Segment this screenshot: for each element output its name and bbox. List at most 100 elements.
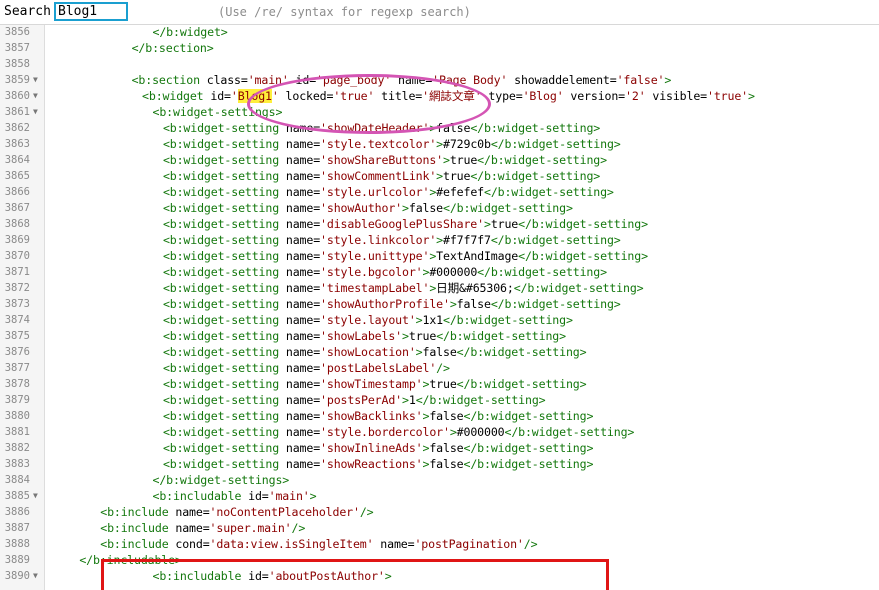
line-number: 3890 <box>4 570 30 582</box>
code-token: 'Blog' <box>522 89 564 103</box>
code-token: visible= <box>645 89 708 103</box>
box-annotation <box>101 559 609 590</box>
code-line[interactable]: 3888 <b:include cond='data:view.isSingleI… <box>0 536 879 552</box>
code-token: 'showLabels' <box>320 329 403 343</box>
code-line[interactable]: 3876 <b:widget-setting name='showLocation… <box>0 344 879 360</box>
code-line[interactable]: 3863 <b:widget-setting name='style.textco… <box>0 136 879 152</box>
code-line[interactable]: 3886 <b:include name='noContentPlaceholde… <box>0 504 879 520</box>
code-token: name= <box>175 505 210 519</box>
code-line[interactable]: 3868 <b:widget-setting name='disableGoogl… <box>0 216 879 232</box>
code-line[interactable]: 3883 <b:widget-setting name='showReaction… <box>0 456 879 472</box>
code-text: <b:widget-setting name='showCommentLink'… <box>163 168 600 184</box>
code-token: name= <box>285 185 321 199</box>
code-token: 'main' <box>268 489 310 503</box>
code-token: <b:widget <box>142 89 211 103</box>
code-text: <b:widget-setting name='showBacklinks'>f… <box>163 408 593 424</box>
code-text: <b:include name='noContentPlaceholder'/> <box>100 504 373 520</box>
code-line[interactable]: 3856 </b:widget> <box>0 24 879 40</box>
fold-arrow-icon[interactable]: ▼ <box>33 488 38 504</box>
line-number: 3881 <box>4 426 30 438</box>
line-number: 3857 <box>4 42 30 54</box>
code-token: <b:widget-setting <box>162 409 286 423</box>
code-token: 'postsPerAd' <box>320 393 403 407</box>
line-number: 3874 <box>4 314 30 326</box>
code-line[interactable]: 3879 <b:widget-setting name='postsPerAd'>… <box>0 392 879 408</box>
code-token: </b:widget-setting> <box>518 249 648 263</box>
code-line[interactable]: 3882 <b:widget-setting name='showInlineAd… <box>0 440 879 456</box>
code-token: > <box>443 153 450 167</box>
code-text: <b:widget-setting name='timestampLabel'>… <box>163 280 644 296</box>
code-line[interactable]: 3887 <b:include name='super.main'/> <box>0 520 879 536</box>
code-line[interactable]: 3880 <b:widget-setting name='showBacklink… <box>0 408 879 424</box>
code-text: <b:include cond='data:view.isSingleItem'… <box>100 536 537 552</box>
code-line[interactable]: 3878 <b:widget-setting name='showTimestam… <box>0 376 879 392</box>
code-text: <b:widget-setting name='style.textcolor'… <box>163 136 621 152</box>
code-token: </b:widget-setting> <box>470 121 601 135</box>
code-token: 'timestampLabel' <box>320 281 430 295</box>
code-token: 1x1 <box>422 313 444 327</box>
code-line[interactable]: 3874 <b:widget-setting name='style.layout… <box>0 312 879 328</box>
line-number: 3861 <box>4 106 30 118</box>
code-token: cond= <box>175 537 210 551</box>
code-token: ' <box>230 89 238 103</box>
code-token: 'postPagination' <box>414 537 524 551</box>
code-token: name= <box>285 201 321 215</box>
code-token: /> <box>523 537 538 551</box>
code-token: showaddelement= <box>507 73 617 87</box>
line-number: 3873 <box>4 298 30 310</box>
code-line[interactable]: 3866 <b:widget-setting name='style.urlcol… <box>0 184 879 200</box>
code-line[interactable]: 3870 <b:widget-setting name='style.unitty… <box>0 248 879 264</box>
code-token: 'super.main' <box>209 521 292 535</box>
code-token: false <box>429 441 464 455</box>
line-number: 3880 <box>4 410 30 422</box>
code-token: true <box>490 217 519 231</box>
code-token: name= <box>285 281 321 295</box>
line-number: 3872 <box>4 282 30 294</box>
code-line[interactable]: 3871 <b:widget-setting name='style.bgcolo… <box>0 264 879 280</box>
code-token: name= <box>285 393 321 407</box>
code-token: <b:widget-setting <box>162 153 286 167</box>
code-editor[interactable]: 3855 <b:includable>3856</b:widget>3857</… <box>0 16 879 590</box>
code-token: <b:section <box>131 73 207 87</box>
fold-arrow-icon[interactable]: ▼ <box>33 104 38 120</box>
code-line[interactable]: 3885 ▼ <b:includable id='main'> <box>0 488 879 504</box>
search-input[interactable] <box>54 2 128 21</box>
code-token: name= <box>285 137 321 151</box>
code-line[interactable]: 3872 <b:widget-setting name='timestampLab… <box>0 280 879 296</box>
code-line[interactable]: 3864 <b:widget-setting name='showShareBut… <box>0 152 879 168</box>
code-token: 1 <box>408 393 416 407</box>
code-token: TextAndImage <box>436 249 519 263</box>
code-text: <b:widget-setting name='postLabelsLabel'… <box>163 360 450 376</box>
code-token: </b:widget-setting> <box>436 329 566 343</box>
code-text: <b:widget-setting name='showReactions'>f… <box>163 456 593 472</box>
code-token: name= <box>285 217 321 231</box>
code-line[interactable]: 3865 <b:widget-setting name='showCommentL… <box>0 168 879 184</box>
code-line[interactable]: 3867 <b:widget-setting name='showAuthor'>… <box>0 200 879 216</box>
code-token: 'showLocation' <box>320 345 416 359</box>
code-token: name= <box>285 233 321 247</box>
line-number: 3871 <box>4 266 30 278</box>
fold-arrow-icon[interactable]: ▼ <box>33 72 38 88</box>
code-token: > <box>402 393 409 407</box>
code-token: name= <box>175 521 210 535</box>
code-line[interactable]: 3858 <box>0 56 879 72</box>
fold-arrow-icon[interactable]: ▼ <box>33 568 38 584</box>
code-token: name= <box>285 361 321 375</box>
code-line[interactable]: 3877 <b:widget-setting name='postLabelsLa… <box>0 360 879 376</box>
code-text: <b:widget-setting name='style.layout'>1x… <box>163 312 573 328</box>
code-token: > <box>415 313 423 327</box>
code-line[interactable]: 3875 <b:widget-setting name='showLabels'>… <box>0 328 879 344</box>
line-number: 3889 <box>4 554 30 566</box>
code-line[interactable]: 3857 </b:section> <box>0 40 879 56</box>
code-text: <b:widget-setting name='showAuthorProfil… <box>163 296 621 312</box>
code-token: <b:widget-setting <box>162 137 286 151</box>
code-line[interactable]: 3869 <b:widget-setting name='style.linkco… <box>0 232 879 248</box>
code-line[interactable]: 3884 </b:widget-settings> <box>0 472 879 488</box>
fold-arrow-icon[interactable]: ▼ <box>33 88 38 104</box>
code-line[interactable]: 3881 <b:widget-setting name='style.border… <box>0 424 879 440</box>
line-number: 3875 <box>4 330 30 342</box>
code-text: <b:widget-setting name='showShareButtons… <box>163 152 607 168</box>
code-line[interactable]: 3873 <b:widget-setting name='showAuthorPr… <box>0 296 879 312</box>
code-text: <b:widget-setting name='showLabels'>true… <box>163 328 566 344</box>
line-number: 3877 <box>4 362 30 374</box>
